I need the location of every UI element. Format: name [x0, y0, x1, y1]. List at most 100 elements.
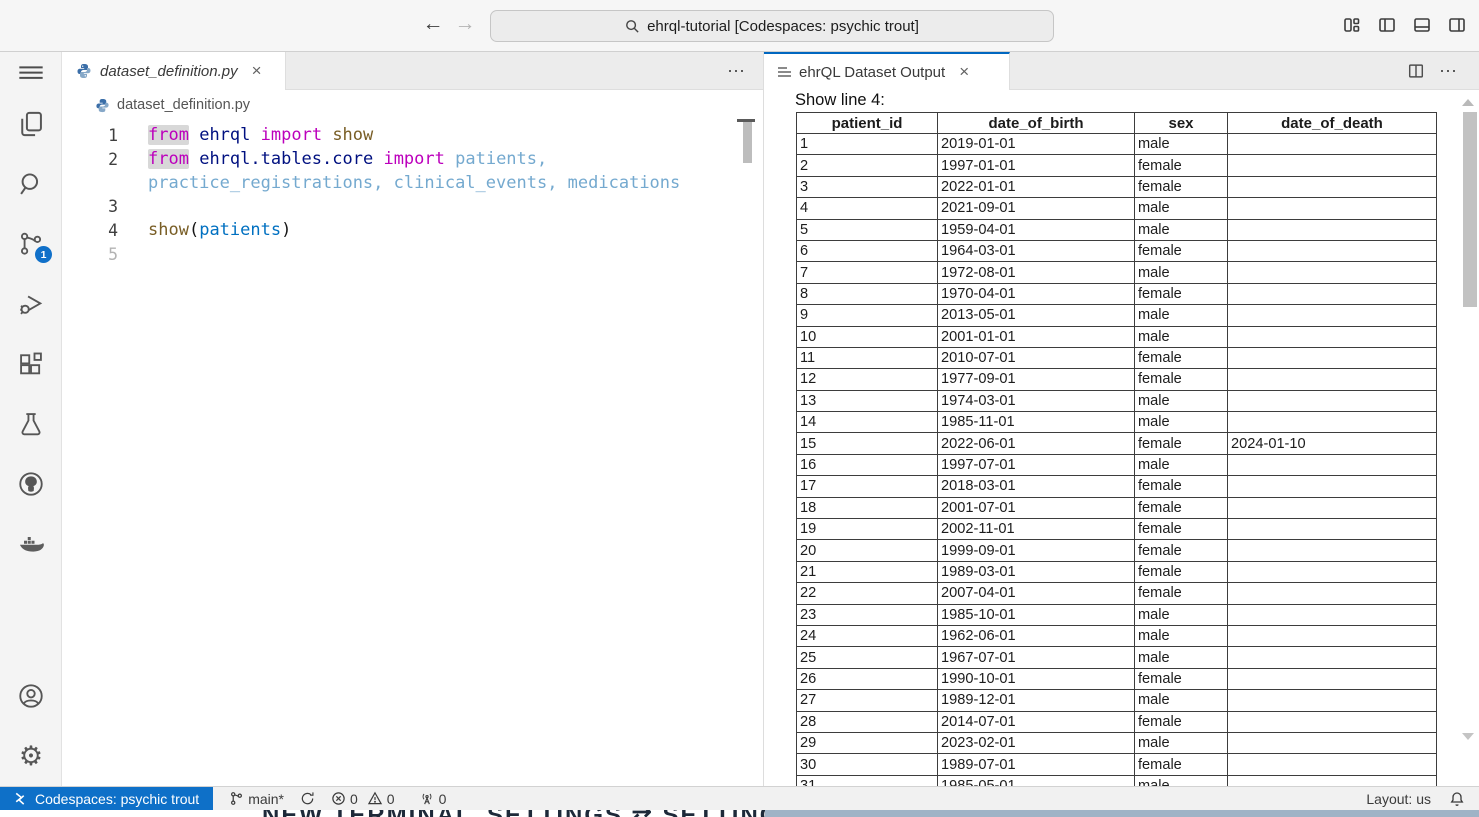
table-row: 141985-11-01male — [797, 412, 1437, 433]
command-center-search[interactable]: ehrql-tutorial [Codespaces: psychic trou… — [490, 10, 1054, 42]
editor-more-actions[interactable]: ⋯ — [727, 52, 745, 90]
customize-layout-icon[interactable] — [1340, 13, 1364, 37]
table-cell — [1228, 326, 1437, 347]
explorer-icon[interactable] — [17, 110, 45, 138]
table-cell: 15 — [797, 433, 938, 454]
breadcrumb[interactable]: dataset_definition.py — [62, 90, 763, 120]
table-cell: 2010-07-01 — [938, 347, 1135, 368]
table-cell: male — [1135, 454, 1228, 475]
table-cell — [1228, 775, 1437, 786]
table-cell: female — [1135, 668, 1228, 689]
code-token — [189, 125, 199, 145]
menu-icon[interactable] — [17, 58, 45, 86]
notifications-bell-icon[interactable] — [1449, 791, 1465, 807]
code-token: patients — [199, 220, 281, 240]
table-cell: female — [1135, 369, 1228, 390]
table-cell: 11 — [797, 347, 938, 368]
more-actions-icon[interactable]: ⋯ — [727, 61, 745, 82]
code-token: practice_registrations — [148, 173, 373, 193]
table-row: 81970-04-01female — [797, 283, 1437, 304]
github-icon[interactable] — [17, 470, 45, 498]
table-cell: female — [1135, 433, 1228, 454]
remote-indicator[interactable]: Codespaces: psychic trout — [0, 787, 213, 810]
code-token: ehrql.tables.core — [199, 149, 373, 169]
table-cell: male — [1135, 775, 1228, 786]
run-debug-icon[interactable] — [17, 290, 45, 318]
table-cell: female — [1135, 583, 1228, 604]
settings-gear-icon[interactable]: ⚙ — [17, 742, 45, 770]
code-token: medications — [568, 173, 681, 193]
editor-scrollbar[interactable] — [743, 122, 752, 163]
more-actions-icon[interactable]: ⋯ — [1439, 61, 1457, 82]
output-heading: Show line 4: — [795, 91, 885, 110]
code-token: , — [373, 173, 393, 193]
output-tab-bar: ehrQL Dataset Output × ⋯ — [764, 52, 1479, 90]
activity-bar: 1 ⚙ — [0, 52, 62, 786]
code-line[interactable]: 5 — [62, 243, 763, 267]
testing-flask-icon[interactable] — [17, 410, 45, 438]
account-icon[interactable] — [17, 682, 45, 710]
table-row: 71972-08-01male — [797, 262, 1437, 283]
line-number — [62, 172, 118, 196]
keyboard-layout-indicator[interactable]: Layout: us — [1366, 791, 1431, 807]
dataset-table: patient_iddate_of_birthsexdate_of_death … — [796, 112, 1437, 786]
code-editor[interactable]: 1from ehrql import show2from ehrql.table… — [62, 120, 763, 786]
table-cell: male — [1135, 219, 1228, 240]
tab-ehrql-dataset-output[interactable]: ehrQL Dataset Output × — [764, 52, 1010, 90]
code-token: show — [148, 220, 189, 240]
table-cell: 26 — [797, 668, 938, 689]
toggle-secondary-sidebar-icon[interactable] — [1445, 13, 1469, 37]
ports-indicator[interactable]: 0 — [419, 791, 447, 807]
sync-button[interactable] — [300, 791, 315, 806]
table-cell — [1228, 754, 1437, 775]
table-cell: male — [1135, 134, 1228, 155]
table-cell: male — [1135, 262, 1228, 283]
breadcrumb-item[interactable]: dataset_definition.py — [117, 97, 250, 113]
code-line[interactable]: 3 — [62, 195, 763, 219]
table-cell: male — [1135, 390, 1228, 411]
extensions-icon[interactable] — [17, 350, 45, 378]
close-tab-icon[interactable]: × — [959, 62, 969, 82]
code-token: , — [547, 173, 567, 193]
branch-indicator[interactable]: main* — [229, 791, 284, 807]
table-cell — [1228, 647, 1437, 668]
table-column-header: date_of_birth — [938, 113, 1135, 134]
code-line[interactable]: 4show(patients) — [62, 219, 763, 243]
webview-scrollbar[interactable] — [1463, 112, 1477, 307]
docker-icon[interactable] — [17, 530, 45, 558]
table-cell: 1962-06-01 — [938, 625, 1135, 646]
search-view-icon[interactable] — [17, 170, 45, 198]
scroll-down-icon[interactable] — [1462, 733, 1474, 740]
table-cell: female — [1135, 754, 1228, 775]
table-cell — [1228, 283, 1437, 304]
code-line[interactable]: 1from ehrql import show — [62, 124, 763, 148]
table-cell — [1228, 305, 1437, 326]
table-cell: male — [1135, 604, 1228, 625]
table-cell: 6 — [797, 240, 938, 261]
code-line[interactable]: practice_registrations, clinical_events,… — [62, 172, 763, 196]
table-cell: 1977-09-01 — [938, 369, 1135, 390]
table-cell: male — [1135, 412, 1228, 433]
table-cell — [1228, 604, 1437, 625]
back-icon[interactable]: ← — [420, 12, 446, 36]
table-cell: 24 — [797, 625, 938, 646]
source-control-icon[interactable]: 1 — [17, 230, 45, 258]
table-row: 211989-03-01female — [797, 561, 1437, 582]
table-cell: 19 — [797, 519, 938, 540]
code-line[interactable]: 2from ehrql.tables.core import patients, — [62, 148, 763, 172]
scm-changes-badge: 1 — [35, 246, 52, 263]
tab-dataset-definition[interactable]: dataset_definition.py × — [62, 52, 286, 90]
code-token: , — [537, 149, 547, 169]
split-editor-icon[interactable] — [1407, 62, 1425, 80]
problems-indicator[interactable]: 0 0 — [331, 791, 395, 807]
table-cell: 4 — [797, 198, 938, 219]
table-cell: male — [1135, 305, 1228, 326]
toggle-panel-icon[interactable] — [1410, 13, 1434, 37]
table-column-header: patient_id — [797, 113, 938, 134]
table-cell: 13 — [797, 390, 938, 411]
forward-icon[interactable]: → — [452, 12, 478, 36]
scroll-up-icon[interactable] — [1462, 99, 1474, 106]
close-tab-icon[interactable]: × — [252, 61, 262, 81]
toggle-primary-sidebar-icon[interactable] — [1375, 13, 1399, 37]
code-token — [322, 125, 332, 145]
